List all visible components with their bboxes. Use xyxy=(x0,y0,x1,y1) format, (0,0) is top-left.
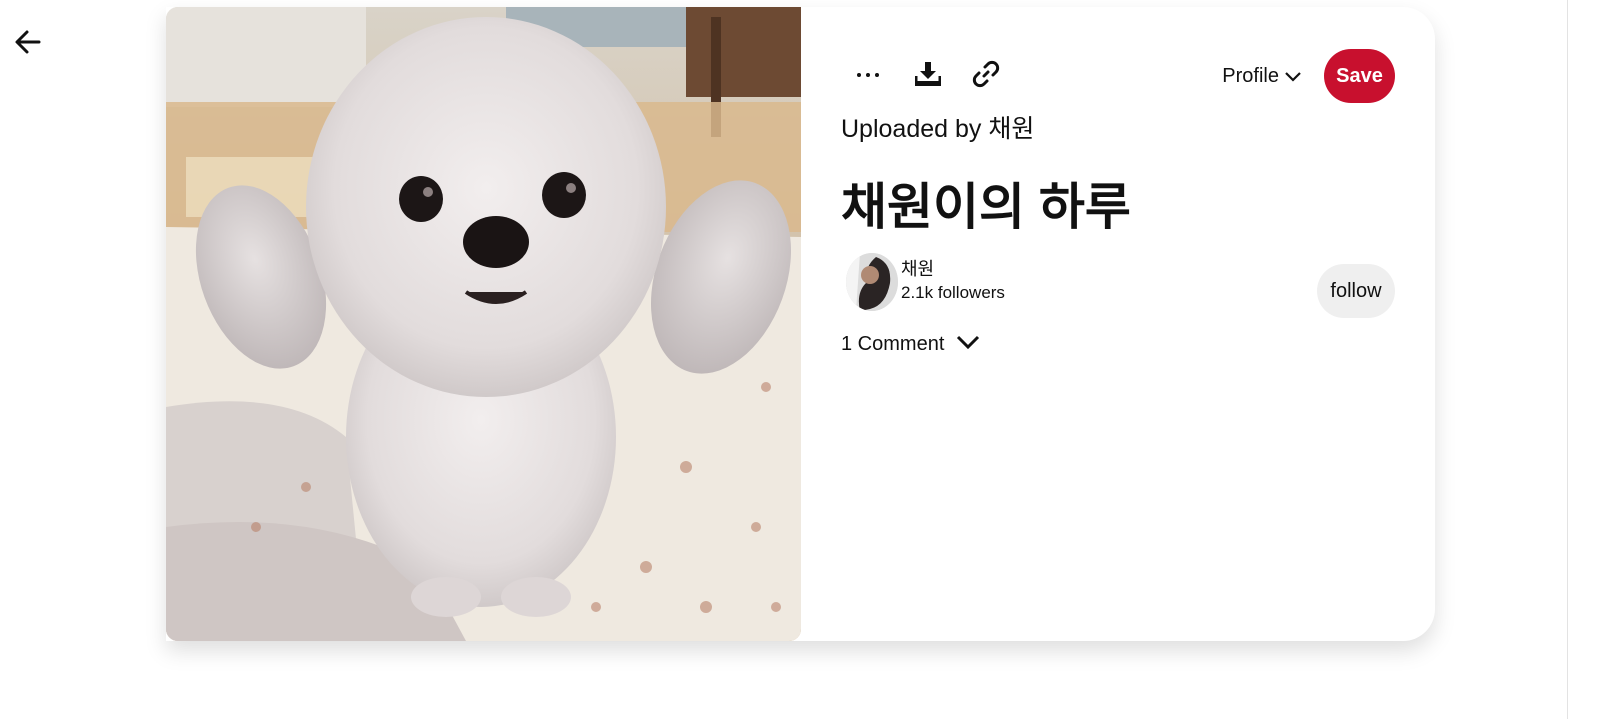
link-icon xyxy=(972,60,1000,93)
more-options-button[interactable] xyxy=(841,49,895,103)
page-scrollbar[interactable] xyxy=(1567,0,1606,719)
follow-button[interactable]: follow xyxy=(1317,264,1395,318)
uploaded-by: Uploaded by 채원 xyxy=(841,115,1035,143)
more-horizontal-icon xyxy=(856,67,880,85)
board-profile-select[interactable]: Profile xyxy=(1222,60,1301,92)
comments-toggle[interactable]: 1 Comment xyxy=(841,333,980,356)
pin-card: Profile Save Uploaded by 채원 채원이의 하루 채원 2… xyxy=(166,7,1435,641)
download-icon xyxy=(914,61,942,91)
follower-count: 2.1k followers xyxy=(901,283,1005,302)
pin-title: 채원이의 하루 xyxy=(841,179,1131,235)
creator-info: 채원 2.1k followers follow xyxy=(841,253,1395,318)
pin-details: Profile Save Uploaded by 채원 채원이의 하루 채원 2… xyxy=(841,7,1435,641)
creator-name[interactable]: 채원 xyxy=(901,255,934,281)
chevron-down-icon xyxy=(956,335,980,354)
dog-photo xyxy=(166,7,801,641)
chevron-down-icon xyxy=(1285,65,1301,88)
avatar[interactable] xyxy=(846,253,898,311)
profile-select-label: Profile xyxy=(1222,64,1279,87)
save-button[interactable]: Save xyxy=(1324,49,1395,103)
back-button[interactable] xyxy=(8,26,48,62)
pin-image[interactable] xyxy=(166,7,801,641)
comments-label: 1 Comment xyxy=(841,333,945,355)
copy-link-button[interactable] xyxy=(959,49,1013,103)
download-button[interactable] xyxy=(901,49,955,103)
arrow-left-icon xyxy=(13,27,43,62)
